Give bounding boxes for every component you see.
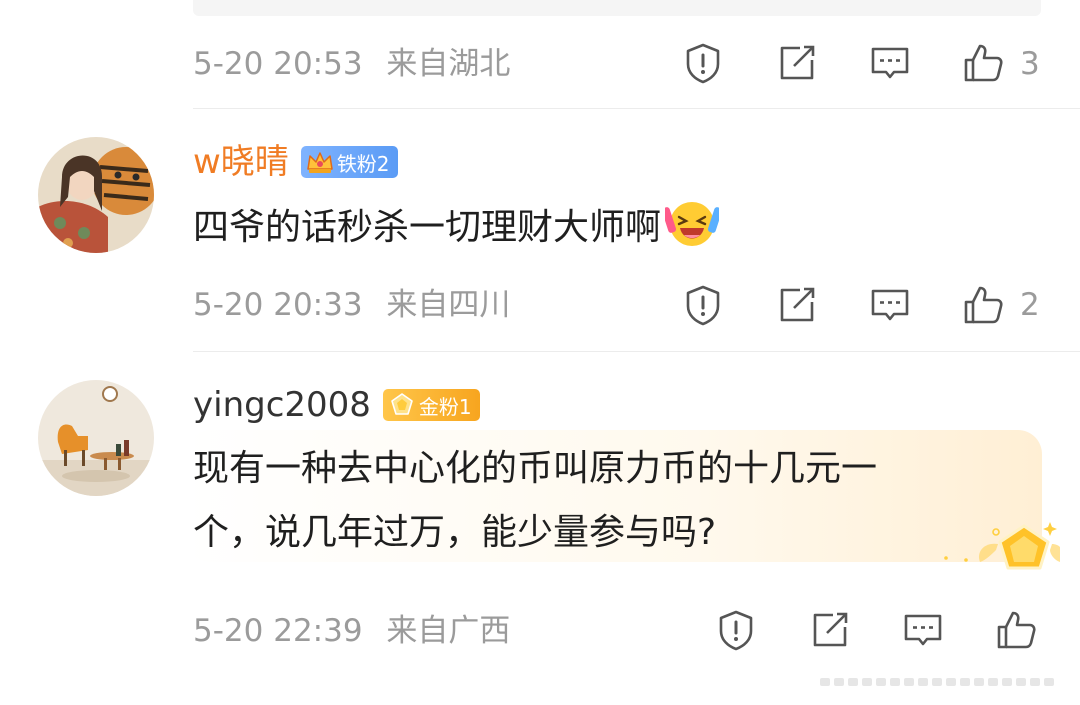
- previous-card-remnant: [193, 0, 1041, 16]
- share-button[interactable]: [775, 283, 819, 327]
- avatar-image: [38, 380, 154, 496]
- share-icon: [780, 287, 815, 322]
- comment-date: 5-20: [193, 46, 264, 82]
- scroll-indicator: [820, 678, 1054, 686]
- comment-location: 来自四川: [386, 287, 511, 323]
- report-button[interactable]: [681, 41, 725, 85]
- reply-button[interactable]: [868, 283, 912, 327]
- laugh-emoji-icon: [665, 202, 720, 246]
- share-button[interactable]: [775, 41, 819, 85]
- like-icon: [964, 44, 1003, 82]
- share-button[interactable]: [808, 608, 852, 652]
- comment-date: 5-20: [193, 287, 264, 323]
- avatar[interactable]: [38, 380, 154, 496]
- comment-text-body: 四爷的话秒杀一切理财大师啊: [193, 207, 662, 248]
- report-icon: [686, 285, 720, 326]
- fan-badge-label: 金粉1: [418, 394, 472, 419]
- user-row: yingc2008 金粉1: [193, 381, 480, 429]
- comment-time: 22:39: [273, 613, 363, 649]
- gold-medal-icon: [944, 522, 1060, 570]
- user-row: w晓晴 铁粉2: [193, 138, 398, 186]
- fan-badge[interactable]: 铁粉2: [300, 146, 398, 178]
- comment-text-line: 现有一种去中心化的币叫原力币的十几元一: [193, 448, 878, 489]
- comment-time: 20:33: [273, 287, 363, 323]
- divider: [193, 351, 1080, 352]
- report-icon: [719, 610, 753, 651]
- like-icon: [997, 611, 1036, 649]
- gold-medal-icon: [391, 393, 413, 415]
- comment-icon: [871, 289, 909, 321]
- avatar[interactable]: [38, 137, 154, 253]
- like-icon: [964, 286, 1003, 324]
- share-icon: [813, 612, 848, 647]
- reply-button[interactable]: [901, 608, 945, 652]
- comment-time: 20:53: [273, 46, 363, 82]
- avatar-image: [38, 137, 154, 253]
- comment-date: 5-20: [193, 613, 264, 649]
- comment-meta: 5-20 22:39 来自广西: [193, 611, 510, 651]
- like-button[interactable]: [961, 41, 1005, 85]
- comment-location: 来自广西: [386, 613, 511, 649]
- comment-text: 四爷的话秒杀一切理财大师啊: [193, 195, 720, 260]
- like-count: 2: [1020, 287, 1040, 323]
- share-icon: [780, 45, 815, 80]
- comment-icon: [904, 614, 942, 646]
- comment-text-line: 个，说几年过万，能少量参与吗?: [193, 512, 717, 553]
- like-button[interactable]: [994, 608, 1038, 652]
- crown-icon: [307, 152, 333, 173]
- fan-badge-label: 铁粉2: [336, 151, 390, 176]
- comment-text: 现有一种去中心化的币叫原力币的十几元一 个，说几年过万，能少量参与吗?: [193, 437, 877, 565]
- reply-button[interactable]: [868, 41, 912, 85]
- comment-meta: 5-20 20:33 来自四川: [193, 285, 510, 325]
- report-icon: [686, 43, 720, 84]
- report-button[interactable]: [681, 283, 725, 327]
- username[interactable]: w晓晴: [193, 138, 289, 186]
- like-button[interactable]: [961, 283, 1005, 327]
- comment-meta: 5-20 20:53 来自湖北: [193, 44, 510, 84]
- fan-badge[interactable]: 金粉1: [382, 389, 480, 421]
- username[interactable]: yingc2008: [193, 381, 371, 429]
- like-count: 3: [1020, 46, 1040, 82]
- divider: [193, 108, 1080, 109]
- comment-icon: [871, 47, 909, 79]
- report-button[interactable]: [714, 608, 758, 652]
- comment-location: 来自湖北: [386, 46, 511, 82]
